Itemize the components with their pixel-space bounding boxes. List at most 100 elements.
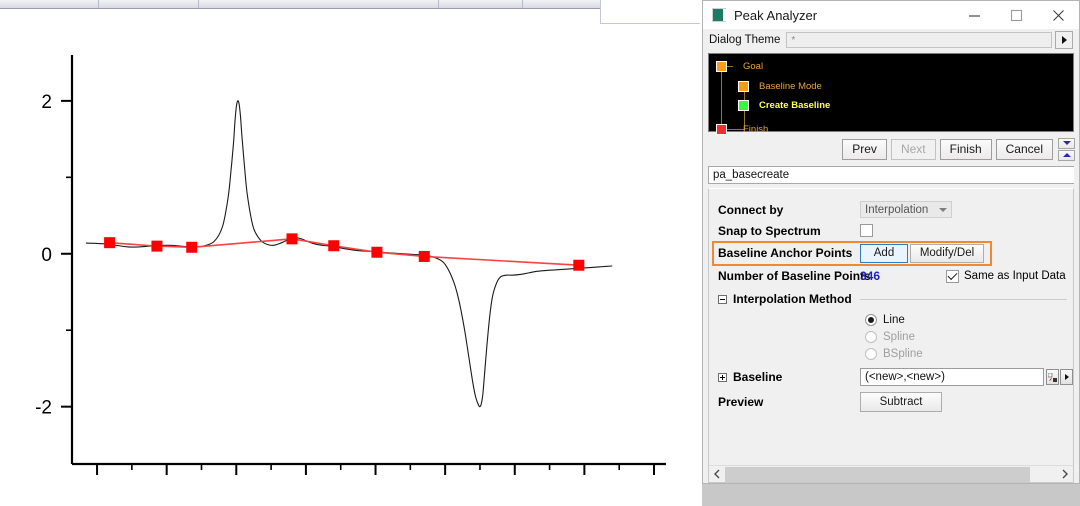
cancel-button[interactable]: Cancel: [995, 138, 1053, 160]
scroll-right-button[interactable]: [1057, 467, 1073, 482]
baseline-anchor-marker: [328, 240, 340, 252]
baseline-curve: [109, 238, 579, 267]
interpolation-option-bspline: BSpline: [709, 345, 1073, 362]
same-as-input-label: Same as Input Data: [964, 270, 1066, 282]
wizard-tree[interactable]: Goal Baseline Mode Create Baseline Finis…: [708, 53, 1074, 135]
number-of-baseline-points-row: Number of Baseline Points 346 Same as In…: [709, 265, 1073, 287]
radio-bspline-label: BSpline: [883, 347, 923, 360]
next-button: Next: [890, 138, 936, 160]
dialog-titlebar[interactable]: Peak Analyzer: [703, 1, 1079, 29]
y-tick-label: 2: [41, 92, 52, 113]
tree-node-create-baseline[interactable]: Create Baseline: [738, 100, 830, 111]
page-bottom-filler: [0, 484, 702, 506]
spectrum-graph[interactable]: 05010015020025030035040020-2: [0, 9, 700, 506]
close-button[interactable]: [1037, 1, 1079, 29]
tree-node-icon-finish: [716, 124, 727, 135]
baseline-anchor-marker: [418, 250, 430, 262]
baseline-dropdown-button[interactable]: [1060, 369, 1073, 385]
radio-line[interactable]: [865, 313, 877, 326]
finish-button[interactable]: Finish: [939, 138, 992, 160]
baseline-anchor-marker: [104, 237, 116, 249]
radio-bspline: [865, 347, 877, 360]
wizard-nav-row: Prev Next Finish Cancel: [703, 132, 1079, 166]
number-of-baseline-points-label: Number of Baseline Points: [718, 269, 871, 283]
desktop-background: [702, 484, 1080, 506]
baseline-anchor-points-label: Baseline Anchor Points: [718, 246, 853, 260]
connect-by-label: Connect by: [718, 202, 784, 217]
snap-to-spectrum-checkbox[interactable]: [860, 224, 873, 237]
interpolation-method-group-header[interactable]: Interpolation Method: [709, 290, 1073, 308]
connect-by-select[interactable]: Interpolation: [860, 201, 952, 218]
interpolation-option-line[interactable]: Line: [709, 311, 1073, 328]
group-divider: [859, 298, 1067, 300]
baseline-label: Baseline: [733, 370, 783, 384]
scrollbar-track[interactable]: [725, 466, 1057, 482]
spinner-up-button[interactable]: [1058, 149, 1075, 161]
baseline-anchor-marker: [573, 259, 585, 271]
triangle-down-icon: [1062, 141, 1071, 145]
tree-node-icon-create-baseline: [738, 100, 749, 111]
app-icon: [712, 8, 726, 22]
radio-line-label: Line: [883, 313, 905, 326]
same-as-input-checkbox[interactable]: [946, 269, 959, 283]
collapse-icon[interactable]: [718, 294, 727, 304]
tree-node-goal[interactable]: Goal: [716, 61, 763, 72]
dialog-theme-row: Dialog Theme *: [703, 29, 1079, 51]
tree-node-label: Goal: [743, 61, 764, 72]
y-tick-label: 0: [41, 245, 52, 266]
modify-del-anchor-button[interactable]: Modify/Del: [910, 243, 984, 263]
chevron-down-icon: [939, 207, 947, 212]
triangle-right-icon: [1064, 374, 1069, 380]
triangle-up-icon: [1062, 153, 1071, 157]
baseline-input[interactable]: (<new>,<new>): [860, 368, 1044, 386]
baseline-anchor-points-row: Baseline Anchor Points Add Modify/Del: [709, 241, 1073, 265]
nav-spinner[interactable]: [1058, 137, 1075, 161]
tree-line-vertical: [721, 72, 722, 130]
spectrum-curve: [85, 100, 613, 408]
connect-by-row: Connect by Interpolation: [709, 199, 1073, 220]
baseline-row: Baseline (<new>,<new>): [709, 365, 1073, 389]
dialog-theme-field[interactable]: *: [786, 32, 1052, 48]
preview-row: Preview Subtract: [709, 389, 1073, 415]
baseline-anchor-marker: [371, 246, 383, 258]
tree-node-label: Finish: [743, 124, 769, 135]
snap-to-spectrum-label: Snap to Spectrum: [718, 223, 821, 238]
subtract-button[interactable]: Subtract: [860, 392, 942, 412]
tree-node-icon-goal: [716, 61, 727, 72]
interpolation-method-title: Interpolation Method: [733, 292, 852, 306]
number-of-baseline-points-value: 346: [860, 269, 881, 283]
range-picker-icon: [1048, 372, 1057, 382]
spinner-down-button[interactable]: [1058, 137, 1075, 149]
radio-spline: [865, 330, 877, 343]
tree-node-label: Baseline Mode: [759, 81, 822, 92]
dialog-theme-arrow-button[interactable]: [1055, 31, 1073, 49]
baseline-anchor-marker: [151, 240, 163, 252]
tree-node-finish[interactable]: Finish: [716, 124, 768, 135]
tree-node-label: Create Baseline: [759, 100, 831, 111]
prev-button[interactable]: Prev: [842, 138, 887, 160]
baseline-anchor-marker: [186, 241, 198, 253]
maximize-button[interactable]: [995, 1, 1037, 29]
range-picker-button[interactable]: [1046, 369, 1059, 385]
peak-analyzer-dialog: Peak Analyzer Dialog Theme * Goal Baseli…: [702, 0, 1080, 484]
connect-by-value: Interpolation: [865, 203, 929, 216]
dialog-theme-label: Dialog Theme: [709, 34, 781, 46]
app-toolbar-strip: [0, 0, 700, 9]
horizontal-scrollbar[interactable]: [709, 465, 1073, 482]
y-tick-label: -2: [35, 398, 52, 419]
add-anchor-button[interactable]: Add: [860, 243, 908, 263]
scroll-left-button[interactable]: [709, 467, 725, 482]
tree-node-baseline-mode[interactable]: Baseline Mode: [738, 81, 822, 92]
radio-spline-label: Spline: [883, 330, 915, 343]
interpolation-option-spline: Spline: [709, 328, 1073, 345]
tree-node-icon-baseline-mode: [738, 81, 749, 92]
script-name-field[interactable]: pa_basecreate: [708, 166, 1074, 184]
plot-svg: 05010015020025030035040020-2: [35, 55, 670, 503]
expand-icon[interactable]: [718, 372, 727, 382]
snap-to-spectrum-row: Snap to Spectrum: [709, 220, 1073, 241]
scrollbar-thumb[interactable]: [725, 466, 1031, 482]
preview-label: Preview: [718, 395, 764, 409]
dialog-title: Peak Analyzer: [734, 7, 818, 23]
minimize-button[interactable]: [953, 1, 995, 29]
triangle-right-icon: [1061, 36, 1067, 44]
